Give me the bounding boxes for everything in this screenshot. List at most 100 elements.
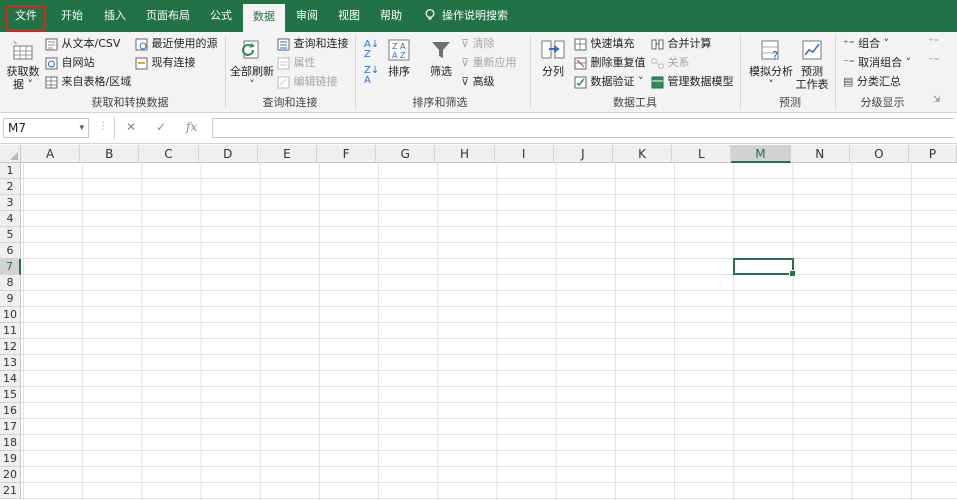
tab-page-layout[interactable]: 页面布局 — [140, 0, 196, 32]
existing-connections-button[interactable]: 现有连接 — [135, 54, 196, 70]
tell-me-search[interactable]: 操作说明搜索 — [442, 0, 522, 32]
column-header-h[interactable]: H — [435, 145, 495, 163]
column-header-m[interactable]: M — [731, 145, 791, 163]
reapply-button[interactable]: ⊽ 重新应用 — [461, 54, 517, 70]
sort-button[interactable]: Z A A Z 排序 — [384, 38, 414, 78]
column-header-l[interactable]: L — [672, 145, 732, 163]
outline-dialog-launcher[interactable]: ⇲ — [933, 95, 941, 105]
remove-duplicates-button[interactable]: 删除重复值 — [574, 54, 646, 70]
row-header-21[interactable]: 21 — [0, 483, 21, 499]
row-header-13[interactable]: 13 — [0, 355, 21, 371]
row-header-6[interactable]: 6 — [0, 243, 21, 259]
from-text-csv-button[interactable]: 从文本/CSV — [45, 35, 120, 51]
column-header-c[interactable]: C — [139, 145, 199, 163]
tab-review[interactable]: 审阅 — [287, 0, 327, 32]
data-validation-button[interactable]: 数据验证 ˅ — [574, 73, 644, 89]
recent-sources-icon — [135, 38, 148, 50]
properties-icon — [277, 57, 290, 69]
column-header-d[interactable]: D — [198, 145, 258, 163]
row-header-19[interactable]: 19 — [0, 451, 21, 467]
column-header-j[interactable]: J — [553, 145, 613, 163]
row-header-9[interactable]: 9 — [0, 291, 21, 307]
insert-function-button[interactable]: fx — [186, 120, 197, 134]
column-header-e[interactable]: E — [257, 145, 317, 163]
column-header-g[interactable]: G — [376, 145, 436, 163]
row-header-11[interactable]: 11 — [0, 323, 21, 339]
column-header-n[interactable]: N — [790, 145, 850, 163]
flash-fill-icon — [574, 38, 587, 50]
column-header-f[interactable]: F — [317, 145, 377, 163]
group-button[interactable]: ⁺⁼ 组合 ˅ — [843, 35, 889, 51]
consolidate-button[interactable]: 合并计算 — [651, 35, 712, 51]
column-header-a[interactable]: A — [21, 145, 81, 163]
row-header-5[interactable]: 5 — [0, 227, 21, 243]
formula-input[interactable] — [212, 118, 954, 138]
ungroup-button[interactable]: ⁻⁼ 取消组合 ˅ — [843, 54, 911, 70]
row-header-18[interactable]: 18 — [0, 435, 21, 451]
ungroup-label: 取消组合 — [858, 56, 903, 69]
flash-fill-button[interactable]: 快速填充 — [574, 35, 635, 51]
row-header-20[interactable]: 20 — [0, 467, 21, 483]
row-header-4[interactable]: 4 — [0, 211, 21, 227]
queries-connections-label: 查询和连接 — [293, 37, 349, 50]
manage-data-model-button[interactable]: 管理数据模型 — [651, 73, 734, 89]
sort-a-z-button[interactable]: A↓ Z — [364, 40, 379, 60]
row-header-2[interactable]: 2 — [0, 179, 21, 195]
get-data-button[interactable]: 获取数 据 ˅ — [4, 38, 42, 91]
enter-button[interactable]: ✓ — [156, 120, 166, 134]
tab-help[interactable]: 帮助 — [371, 0, 411, 32]
group-label-sort-filter: 排序和筛选 — [412, 96, 468, 109]
row-header-14[interactable]: 14 — [0, 371, 21, 387]
cell-grid[interactable] — [21, 163, 957, 500]
properties-button[interactable]: 属性 — [277, 54, 316, 70]
row-header-12[interactable]: 12 — [0, 339, 21, 355]
column-header-p[interactable]: P — [909, 145, 957, 163]
relationships-button[interactable]: 关系 — [651, 54, 690, 70]
filter-button[interactable]: 筛选 — [424, 38, 458, 78]
advanced-filter-button[interactable]: ⊽ 高级 — [461, 73, 495, 89]
queries-connections-button[interactable]: 查询和连接 — [277, 35, 349, 51]
row-header-17[interactable]: 17 — [0, 419, 21, 435]
row-header-8[interactable]: 8 — [0, 275, 21, 291]
formula-bar-grip-icon[interactable]: ⋮ — [98, 121, 108, 132]
chevron-down-icon[interactable]: ▾ — [79, 119, 84, 137]
from-web-button[interactable]: 自网站 — [45, 54, 95, 70]
cancel-button[interactable]: ✕ — [126, 120, 136, 134]
edit-links-button[interactable]: 编辑链接 — [277, 73, 338, 89]
forecast-sheet-button[interactable]: 预测 工作表 — [794, 38, 830, 91]
row-header-15[interactable]: 15 — [0, 387, 21, 403]
select-all-button[interactable] — [0, 145, 21, 163]
column-header-i[interactable]: I — [494, 145, 554, 163]
group-label-queries: 查询和连接 — [262, 96, 318, 109]
text-to-columns-button[interactable]: 分列 — [536, 38, 570, 78]
column-header-o[interactable]: O — [849, 145, 909, 163]
tab-view[interactable]: 视图 — [329, 0, 369, 32]
active-cell[interactable] — [733, 258, 796, 277]
row-header-10[interactable]: 10 — [0, 307, 21, 323]
tab-home[interactable]: 开始 — [52, 0, 92, 32]
table-icon — [45, 76, 58, 88]
recent-sources-button[interactable]: 最近使用的源 — [135, 35, 218, 51]
what-if-analysis-button[interactable]: ? 模拟分析 ˅ — [748, 38, 794, 91]
sort-descending-icon: Z↓ A — [364, 65, 380, 86]
sort-z-a-button[interactable]: Z↓ A — [364, 66, 379, 86]
column-header-k[interactable]: K — [613, 145, 673, 163]
row-header-7[interactable]: 7 — [0, 259, 21, 275]
data-validation-icon — [574, 76, 587, 88]
tab-data[interactable]: 数据 — [243, 4, 285, 32]
subtotal-button[interactable]: ▤ 分类汇总 — [843, 73, 901, 89]
get-data-label-1: 获取数 — [6, 65, 40, 78]
hide-detail-button[interactable]: ⁻⁼ — [928, 54, 940, 67]
name-box[interactable]: M7 ▾ — [3, 118, 89, 138]
tab-formulas[interactable]: 公式 — [201, 0, 241, 32]
row-header-16[interactable]: 16 — [0, 403, 21, 419]
from-table-range-button[interactable]: 来自表格/区域 — [45, 73, 131, 89]
refresh-all-button[interactable]: 全部刷新 ˅ — [230, 38, 274, 91]
tab-insert[interactable]: 插入 — [95, 0, 135, 32]
row-header-1[interactable]: 1 — [0, 163, 21, 179]
show-detail-button[interactable]: ⁺⁼ — [928, 35, 940, 48]
clear-button[interactable]: ⊽ 清除 — [461, 35, 495, 51]
row-header-3[interactable]: 3 — [0, 195, 21, 211]
recent-sources-label: 最近使用的源 — [151, 37, 218, 50]
column-header-b[interactable]: B — [80, 145, 140, 163]
